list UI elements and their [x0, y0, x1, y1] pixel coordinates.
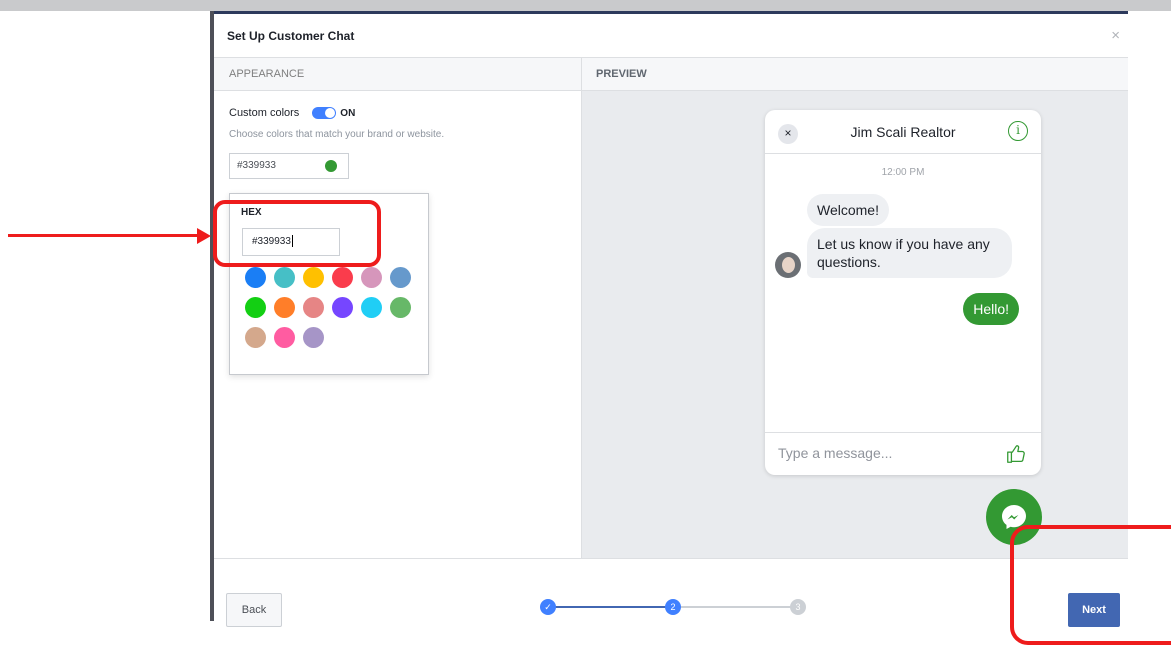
toggle-state-label: ON	[340, 107, 356, 119]
background-top-bar	[0, 0, 1171, 11]
step-connector-pending	[673, 606, 798, 608]
color-swatch[interactable]	[361, 297, 382, 318]
chat-composer: Type a message...	[765, 432, 1041, 475]
appearance-panel: APPEARANCE Custom colors ON Choose color…	[214, 58, 582, 558]
theme-color-field[interactable]: #339933	[229, 153, 349, 179]
theme-color-value: #339933	[237, 160, 276, 171]
annotation-highlight-hex-field	[213, 200, 381, 267]
preview-panel: PREVIEW × Jim Scali Realtor i 12:00 PM W…	[582, 58, 1128, 558]
color-swatch[interactable]	[245, 297, 266, 318]
incoming-message: Let us know if you have any questions.	[807, 228, 1012, 278]
setup-customer-chat-dialog: Set Up Customer Chat × APPEARANCE Custom…	[210, 11, 1128, 627]
color-swatch[interactable]	[332, 267, 353, 288]
annotation-arrow-shaft	[8, 234, 203, 237]
appearance-section-label: APPEARANCE	[214, 58, 581, 91]
color-swatch[interactable]	[245, 327, 266, 348]
step-connector-done	[548, 606, 673, 608]
progress-stepper: ✓ 2 3	[540, 599, 810, 615]
dialog-footer: Back ✓ 2 3 Next	[214, 558, 1128, 627]
dialog-header: Set Up Customer Chat ×	[214, 14, 1128, 58]
color-swatch-grid	[245, 267, 425, 357]
color-swatch[interactable]	[390, 297, 411, 318]
chat-timestamp: 12:00 PM	[881, 167, 925, 178]
color-swatch[interactable]	[274, 327, 295, 348]
color-swatch[interactable]	[390, 267, 411, 288]
step-1-check-icon: ✓	[540, 599, 556, 615]
incoming-message: Welcome!	[807, 194, 889, 226]
color-swatch[interactable]	[361, 267, 382, 288]
custom-colors-help-text: Choose colors that match your brand or w…	[229, 129, 445, 140]
custom-colors-row: Custom colors ON	[229, 107, 355, 119]
chat-page-name: Jim Scali Realtor	[850, 124, 956, 140]
color-swatch[interactable]	[274, 297, 295, 318]
color-swatch[interactable]	[303, 267, 324, 288]
custom-colors-label: Custom colors	[229, 107, 300, 119]
info-icon[interactable]: i	[1008, 121, 1028, 141]
thumbs-up-icon[interactable]	[1005, 443, 1027, 465]
message-input[interactable]: Type a message...	[778, 445, 892, 461]
step-2-indicator: 2	[665, 599, 681, 615]
step-3-indicator: 3	[790, 599, 806, 615]
color-swatch[interactable]	[274, 267, 295, 288]
color-swatch[interactable]	[332, 297, 353, 318]
custom-colors-toggle[interactable]	[312, 107, 337, 119]
color-swatch[interactable]	[303, 297, 324, 318]
chat-preview-window: × Jim Scali Realtor i 12:00 PM Welcome! …	[765, 110, 1041, 475]
avatar	[775, 252, 801, 278]
theme-color-dot	[325, 160, 337, 172]
preview-section-label: PREVIEW	[582, 58, 1128, 91]
close-icon[interactable]: ×	[1111, 27, 1120, 44]
dialog-title: Set Up Customer Chat	[227, 29, 355, 43]
chat-header: × Jim Scali Realtor i	[765, 110, 1041, 154]
annotation-arrowhead	[197, 228, 211, 244]
back-button[interactable]: Back	[226, 593, 282, 627]
color-swatch[interactable]	[245, 267, 266, 288]
avatar-face	[782, 257, 795, 273]
color-swatch[interactable]	[303, 327, 324, 348]
annotation-highlight-next-button	[1010, 525, 1171, 645]
outgoing-message: Hello!	[963, 293, 1019, 325]
